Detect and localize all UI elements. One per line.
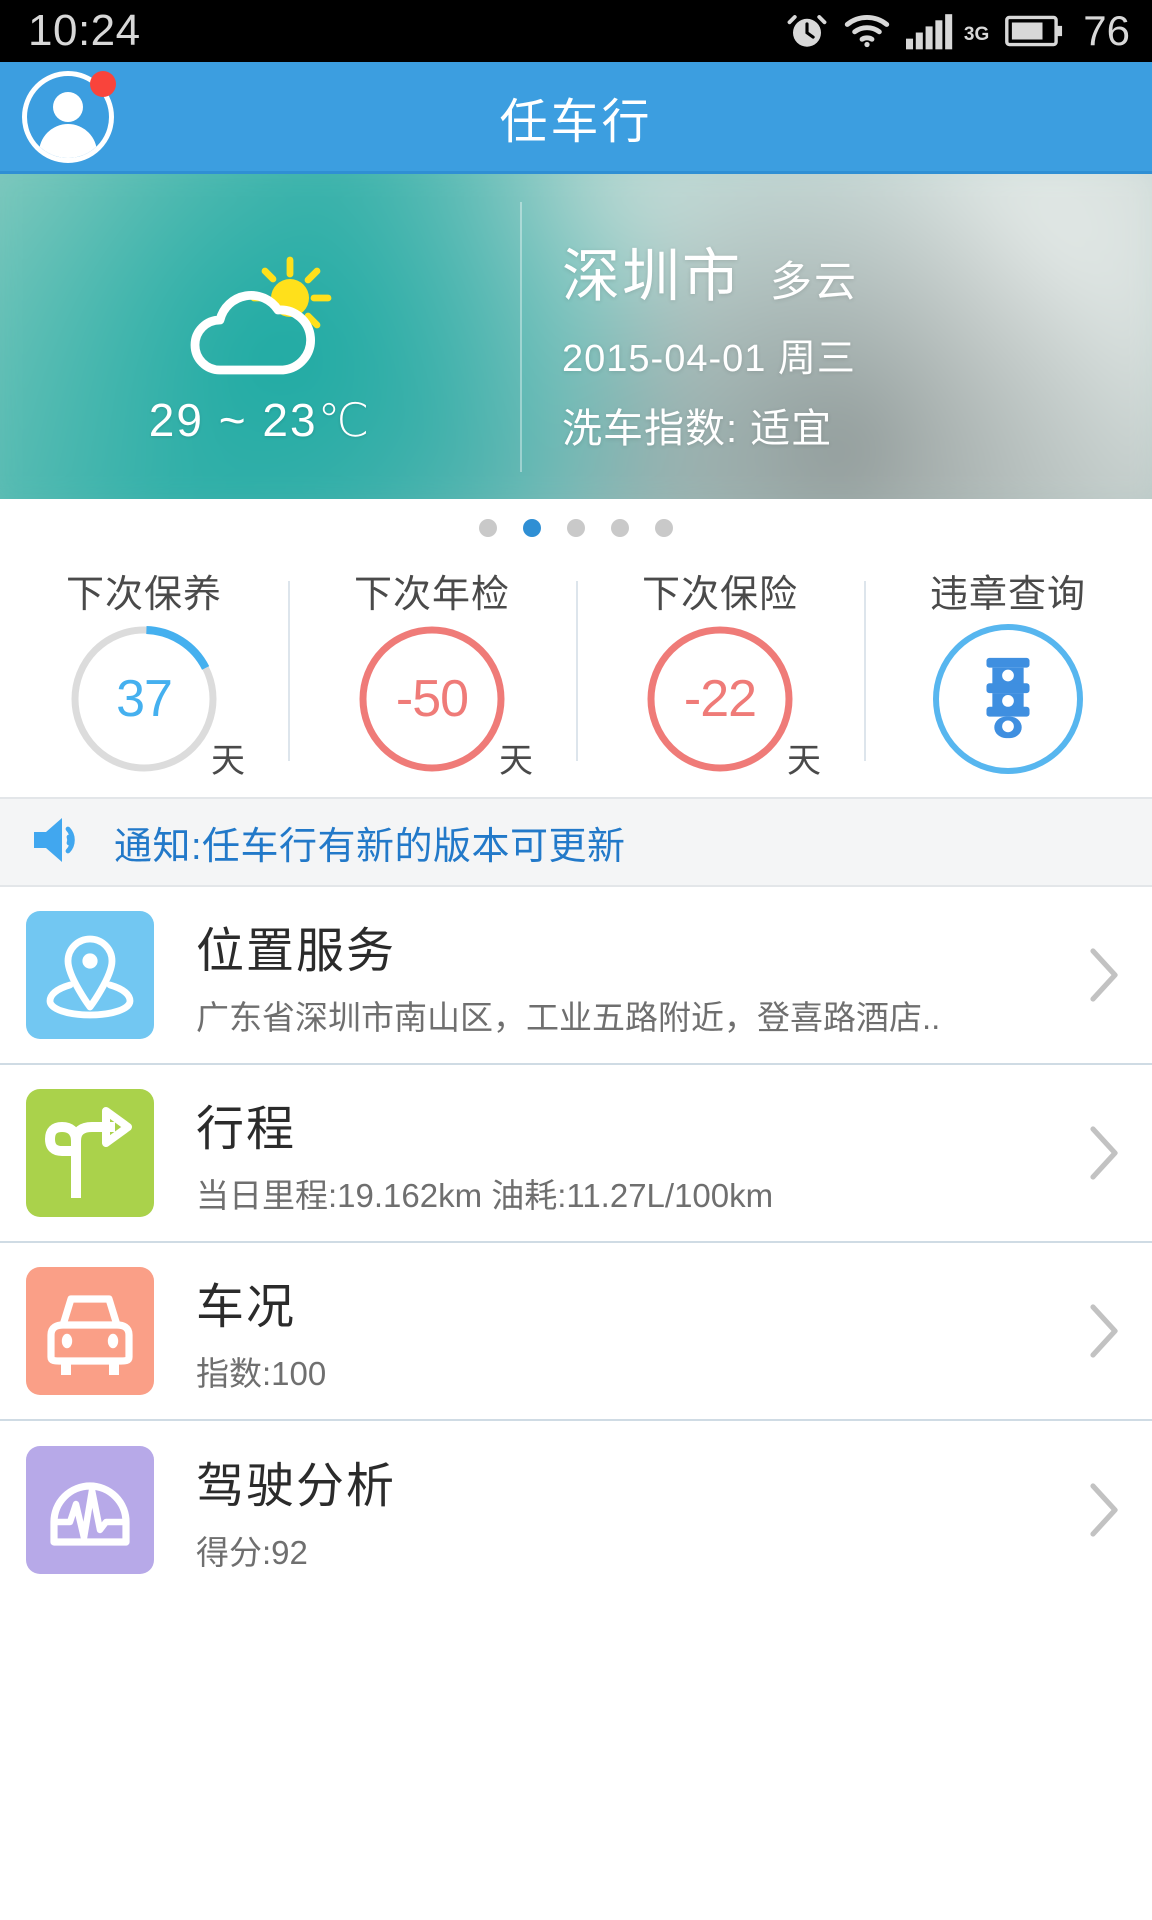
pager-dot-1[interactable] — [523, 519, 541, 537]
stat-value: -22 — [683, 670, 757, 728]
stat-ring: 37 天 — [69, 624, 245, 780]
location-pin-icon — [26, 911, 154, 1039]
list-item-title: 行程 — [196, 1103, 297, 1156]
list-item[interactable]: 车况指数:100 — [0, 1243, 1152, 1421]
chevron-right-icon — [1084, 947, 1124, 1003]
list-item-subtitle: 当日里程:19.162km 油耗:11.27L/100km — [196, 1177, 774, 1214]
list-item-text: 车况指数:100 — [154, 1267, 1084, 1395]
pager-dots[interactable] — [0, 499, 1152, 557]
feature-list: 位置服务广东省深圳市南山区，工业五路附近，登喜路酒店.. 行程当日里程:19.16… — [0, 887, 1152, 1599]
chevron-right-icon — [1084, 1482, 1124, 1538]
avatar-button[interactable] — [22, 70, 116, 163]
battery-percent-label: 76 — [1083, 7, 1130, 54]
status-bar-icons: 3G 76 — [786, 10, 1130, 52]
stat-ring: -50 天 — [357, 624, 533, 780]
list-item-text: 驾驶分析得分:92 — [154, 1446, 1084, 1574]
notification-bar[interactable]: 通知:任车行有新的版本可更新 — [0, 797, 1152, 887]
stat-unit: 天 — [499, 742, 533, 780]
stats-row: 下次保养 37 天 下次年检 -50 天 下次保险 -22 天 违章查询 — [0, 557, 1152, 797]
list-item-subtitle: 指数:100 — [196, 1355, 327, 1392]
chevron-right-icon — [1084, 1125, 1124, 1181]
weather-banner[interactable]: 29 ~ 23℃ 深圳市 多云 2015-04-01 周三 洗车指数: 适宜 — [0, 174, 1152, 499]
status-bar-time: 10:24 — [28, 6, 141, 55]
stat-card-1[interactable]: 下次年检 -50 天 — [288, 563, 576, 780]
wifi-icon — [844, 12, 890, 50]
status-bar: 10:24 3G 76 — [0, 0, 1152, 62]
stat-value: -50 — [395, 670, 469, 728]
weather-details: 深圳市 多云 2015-04-01 周三 洗车指数: 适宜 — [522, 219, 1152, 454]
list-item-text: 行程当日里程:19.162km 油耗:11.27L/100km — [154, 1089, 1084, 1217]
weather-city: 深圳市 — [562, 244, 743, 309]
temperature-range: 29 ~ 23℃ — [148, 394, 372, 446]
page-title: 任车行 — [499, 95, 653, 149]
partly-cloudy-icon — [176, 254, 344, 387]
stat-card-0[interactable]: 下次保养 37 天 — [0, 563, 288, 780]
list-item[interactable]: 驾驶分析得分:92 — [0, 1421, 1152, 1599]
notification-badge-dot — [90, 70, 116, 97]
stat-card-3[interactable]: 违章查询 — [864, 563, 1152, 774]
speaker-icon — [30, 814, 90, 871]
chevron-right-icon — [1084, 1303, 1124, 1359]
alarm-icon — [786, 10, 828, 52]
pulse-wave-icon — [26, 1446, 154, 1574]
stat-ring: -22 天 — [645, 624, 821, 780]
list-item[interactable]: 位置服务广东省深圳市南山区，工业五路附近，登喜路酒店.. — [0, 887, 1152, 1065]
list-item-title: 驾驶分析 — [196, 1460, 397, 1513]
network-type-label: 3G — [963, 24, 990, 45]
weather-condition: 多云 — [770, 258, 859, 305]
pager-dot-0[interactable] — [479, 519, 497, 537]
signal-icon — [905, 12, 958, 50]
battery-icon — [1005, 14, 1063, 48]
list-item-text: 位置服务广东省深圳市南山区，工业五路附近，登喜路酒店.. — [154, 911, 1084, 1039]
stat-label: 下次年检 — [353, 574, 510, 616]
pager-dot-3[interactable] — [611, 519, 629, 537]
list-item-subtitle: 广东省深圳市南山区，工业五路附近，登喜路酒店.. — [196, 999, 941, 1036]
stat-label: 违章查询 — [929, 574, 1086, 616]
stat-unit: 天 — [787, 742, 821, 780]
car-wash-index: 洗车指数: 适宜 — [562, 407, 833, 451]
pager-dot-4[interactable] — [655, 519, 673, 537]
stat-value: 37 — [116, 670, 173, 728]
weather-date: 2015-04-01 周三 — [562, 338, 856, 380]
stat-label: 下次保险 — [641, 574, 798, 616]
traffic-light-icon — [968, 652, 1048, 747]
list-item-subtitle: 得分:92 — [196, 1534, 308, 1571]
avatar-head — [53, 91, 83, 122]
list-item[interactable]: 行程当日里程:19.162km 油耗:11.27L/100km — [0, 1065, 1152, 1243]
violation-query-button[interactable] — [933, 624, 1083, 774]
weather-summary: 29 ~ 23℃ — [0, 226, 520, 447]
turn-right-arrow-icon — [26, 1089, 154, 1217]
notification-text: 通知:任车行有新的版本可更新 — [114, 825, 626, 868]
avatar-body — [39, 123, 97, 158]
stat-card-2[interactable]: 下次保险 -22 天 — [576, 563, 864, 780]
app-bar: 任车行 — [0, 62, 1152, 174]
list-item-title: 位置服务 — [196, 925, 397, 978]
stat-label: 下次保养 — [65, 574, 222, 616]
list-item-title: 车况 — [196, 1281, 297, 1334]
stat-unit: 天 — [211, 742, 245, 780]
car-front-icon — [26, 1267, 154, 1395]
pager-dot-2[interactable] — [567, 519, 585, 537]
